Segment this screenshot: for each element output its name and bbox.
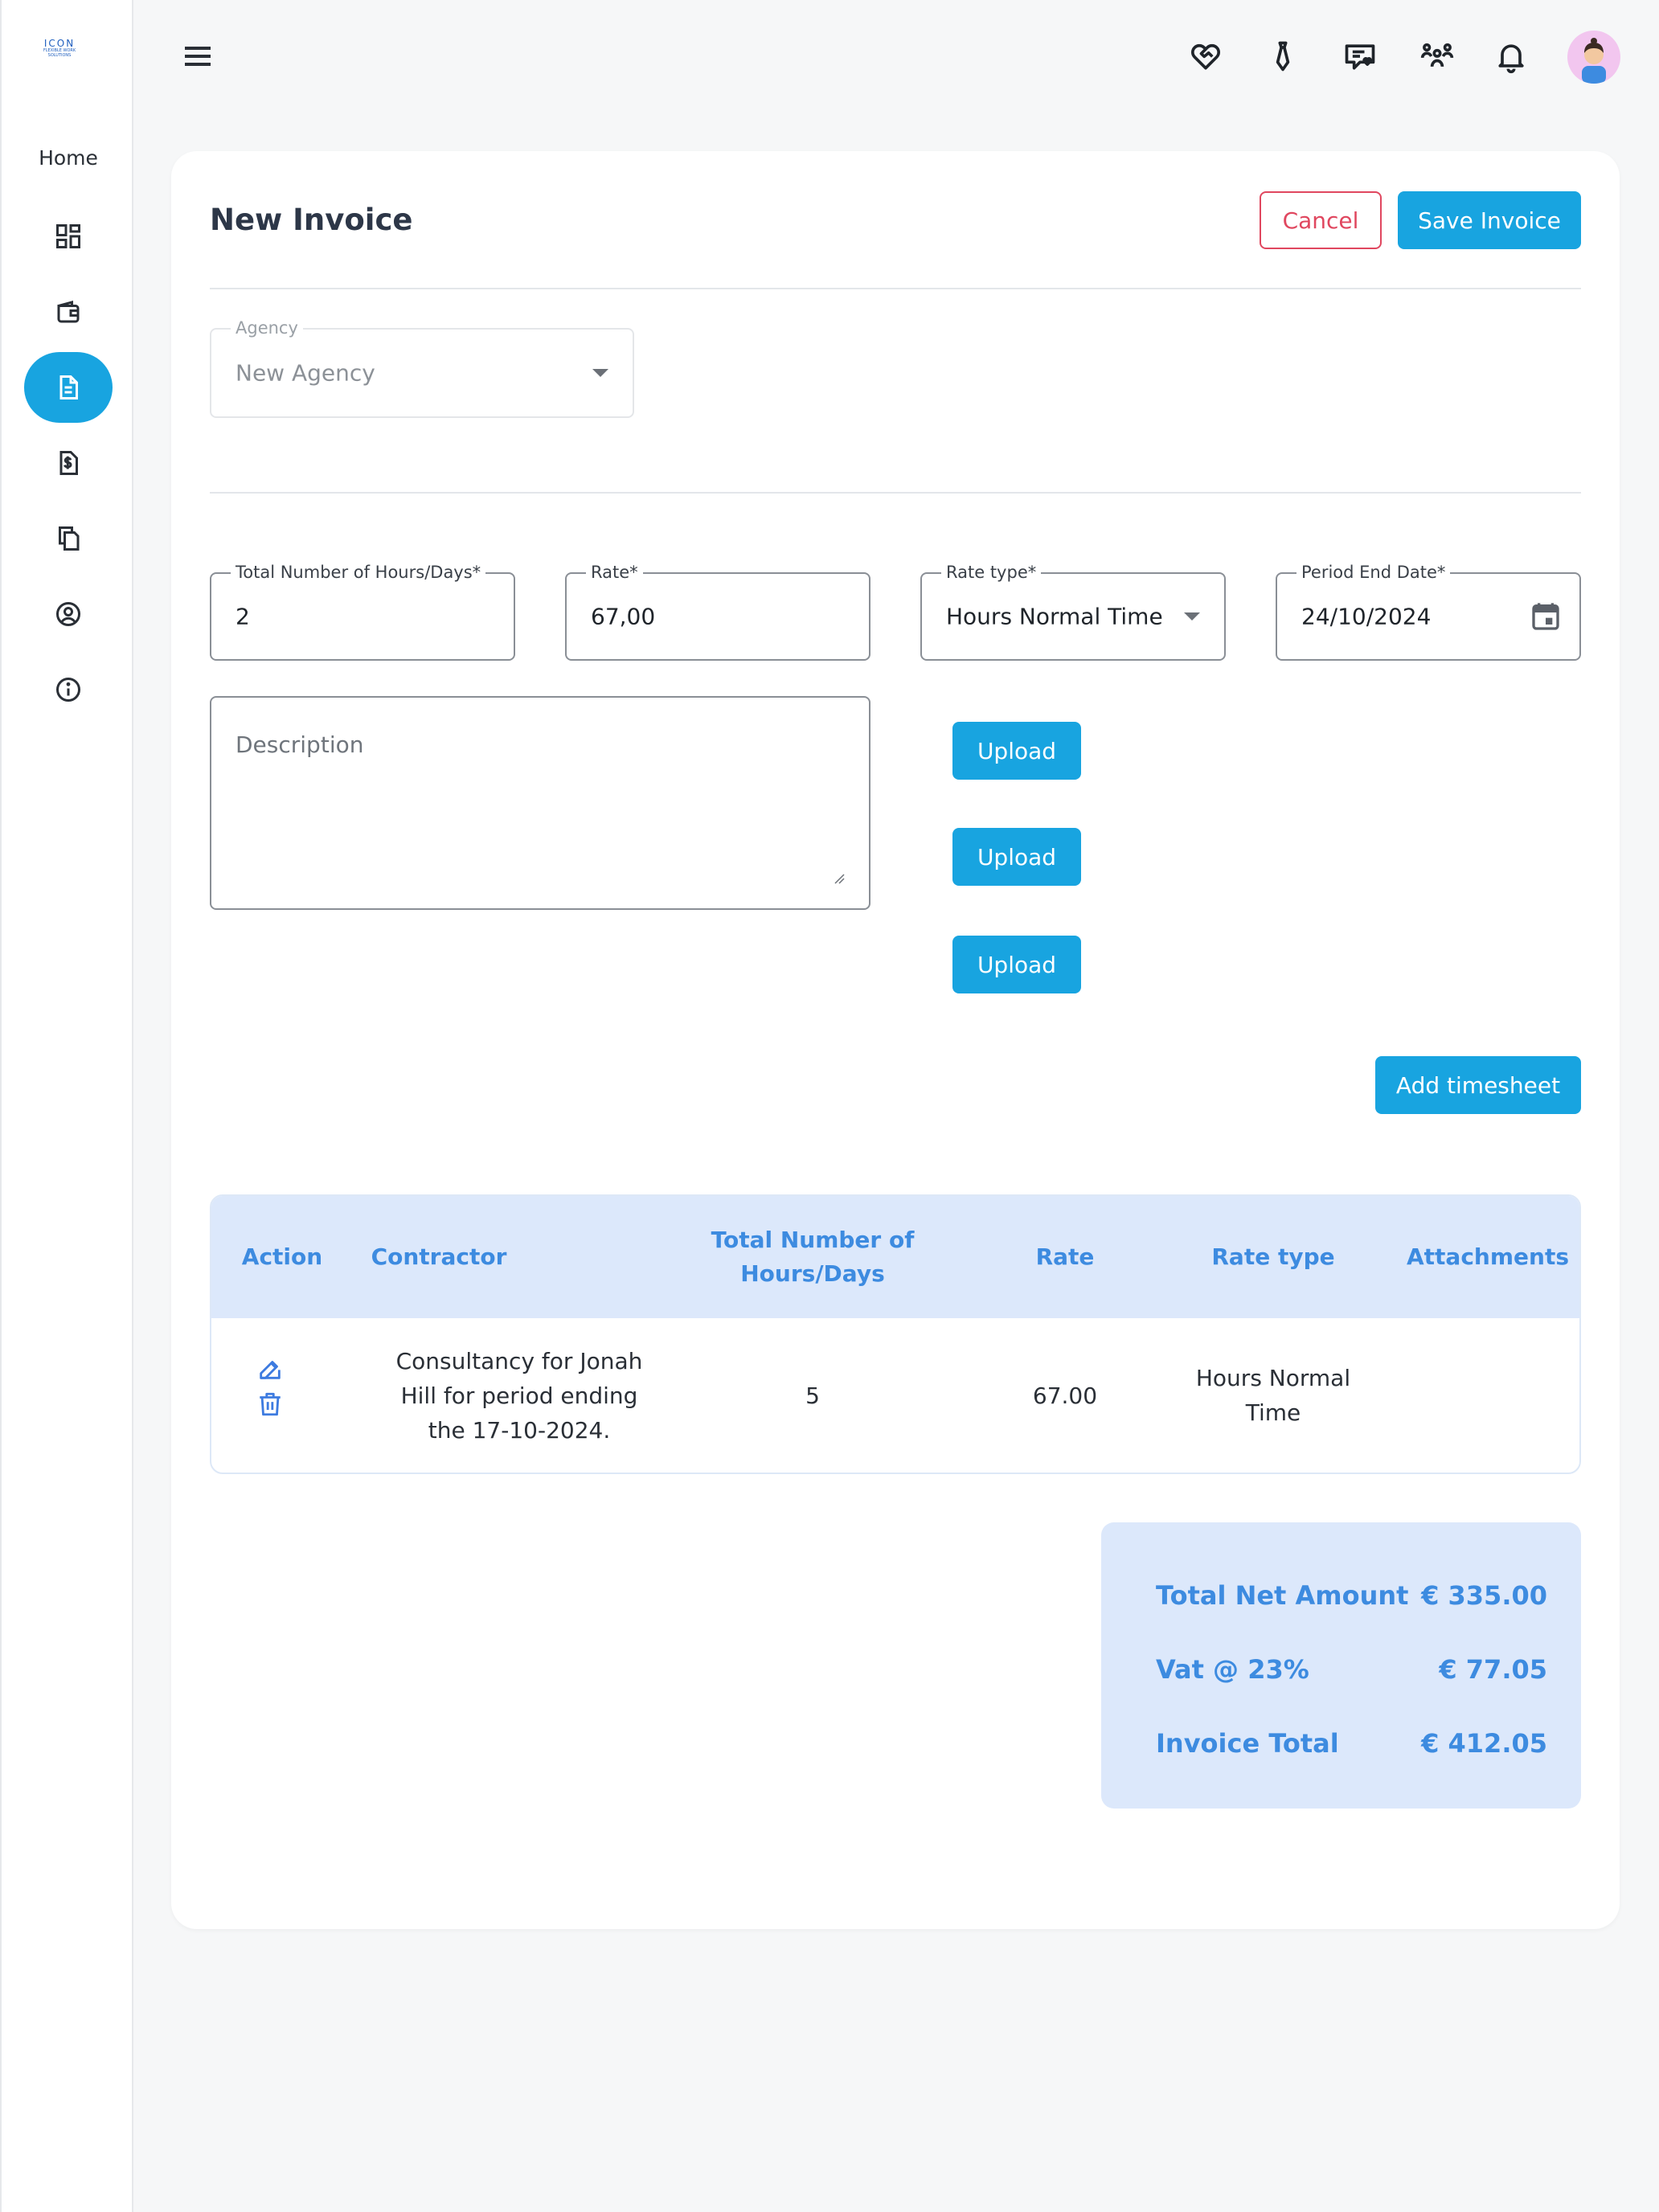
upload-button-1[interactable]: Upload [952, 722, 1081, 780]
sidebar-item-profile[interactable] [24, 579, 113, 649]
sidebar: ICON FLEXIBLE WORK SOLUTIONS Home [0, 0, 133, 2212]
page-title: New Invoice [210, 203, 413, 237]
description-textarea[interactable]: Description [210, 696, 870, 910]
sidebar-item-invoices[interactable] [24, 352, 113, 423]
jobs-button[interactable] [1264, 37, 1302, 76]
sidebar-item-dashboard[interactable] [24, 201, 113, 272]
column-header-rate: Rate [1035, 1243, 1095, 1270]
cell-contractor: Consultancy for Jonah Hill for period en… [353, 1318, 686, 1473]
description-placeholder: Description [236, 731, 364, 758]
rate-type-value: Hours Normal Time [946, 603, 1163, 630]
vat-row: Vat @ 23% € 77.05 [1156, 1654, 1547, 1685]
handshake-icon [1191, 43, 1220, 70]
column-header-hours-line2: Hours/Days [740, 1260, 885, 1287]
logo[interactable]: ICON FLEXIBLE WORK SOLUTIONS [37, 39, 82, 58]
row-actions [256, 1355, 289, 1426]
invoice-total-row: Invoice Total € 412.05 [1156, 1728, 1547, 1759]
handshake-button[interactable] [1186, 37, 1225, 76]
hamburger-menu-icon[interactable] [182, 42, 214, 71]
invoice-total-label: Invoice Total [1156, 1728, 1339, 1759]
chat-heart-icon [1345, 44, 1375, 70]
column-header-rate-type: Rate type [1211, 1243, 1335, 1270]
logo-tagline: FLEXIBLE WORK SOLUTIONS [43, 48, 76, 58]
period-end-value: 24/10/2024 [1301, 603, 1432, 630]
invoice-icon [59, 375, 78, 399]
sidebar-item-info[interactable] [24, 654, 113, 725]
cell-attachments [1401, 1318, 1575, 1473]
bell-icon [1498, 44, 1524, 74]
invoice-total-value: € 412.05 [1421, 1728, 1547, 1759]
resize-handle-icon[interactable] [834, 873, 845, 884]
sidebar-item-wallet[interactable] [24, 276, 113, 347]
period-end-label: Period End Date* [1296, 563, 1451, 582]
messages-button[interactable] [1341, 37, 1379, 76]
dashboard-icon [56, 224, 80, 248]
column-header-attachments: Attachments [1406, 1243, 1569, 1270]
cell-rate-type-line1: Hours Normal [1195, 1365, 1351, 1391]
info-icon [56, 678, 80, 702]
logo-text: ICON [43, 38, 76, 49]
edit-icon[interactable] [256, 1355, 284, 1382]
upload-button-2[interactable]: Upload [952, 828, 1081, 886]
table-header: Action Contractor Total Number of Hours/… [211, 1196, 1579, 1318]
invoice-totals-panel: Total Net Amount € 335.00 Vat @ 23% € 77… [1101, 1522, 1581, 1809]
rate-type-select[interactable]: Rate type* Hours Normal Time [920, 563, 1226, 661]
vat-label: Vat @ 23% [1156, 1654, 1309, 1685]
cell-contractor-line2: Hill for period ending [400, 1382, 638, 1409]
rate-type-label: Rate type* [941, 563, 1042, 582]
column-header-action: Action [241, 1243, 323, 1270]
sidebar-item-documents[interactable] [24, 503, 113, 574]
user-circle-icon [56, 602, 80, 626]
tie-icon [1276, 41, 1290, 72]
team-icon [1420, 43, 1454, 67]
column-header-hours: Total Number of Hours/Days [694, 1196, 932, 1318]
cell-rate-type: Hours Normal Time [1178, 1318, 1369, 1473]
cell-rate: 67.00 [1032, 1382, 1098, 1409]
chevron-down-icon[interactable] [1184, 612, 1200, 621]
copy-icon [59, 526, 80, 551]
chevron-down-icon [592, 369, 608, 377]
calendar-icon[interactable] [1530, 600, 1562, 633]
divider [210, 492, 1581, 494]
home-label[interactable]: Home [2, 146, 135, 170]
vat-value: € 77.05 [1439, 1654, 1547, 1685]
total-net-value: € 335.00 [1421, 1580, 1547, 1611]
agency-value: New Agency [236, 359, 375, 387]
hours-value: 2 [236, 603, 250, 630]
cell-contractor-line3: the 17-10-2024. [428, 1416, 611, 1444]
period-end-date-input[interactable]: Period End Date* 24/10/2024 [1276, 563, 1581, 661]
upload-button-3[interactable]: Upload [952, 936, 1081, 993]
total-net-label: Total Net Amount [1156, 1580, 1409, 1611]
add-timesheet-button[interactable]: Add timesheet [1375, 1056, 1581, 1114]
cancel-button[interactable]: Cancel [1260, 191, 1382, 249]
cell-rate-type-line2: Time [1245, 1399, 1301, 1426]
rate-label: Rate* [586, 563, 643, 582]
dollar-document-icon [59, 451, 78, 475]
avatar[interactable] [1567, 31, 1620, 84]
trash-icon[interactable] [256, 1391, 284, 1418]
cell-hours: 5 [805, 1382, 820, 1409]
save-invoice-button[interactable]: Save Invoice [1398, 191, 1581, 249]
hours-input[interactable]: Total Number of Hours/Days* 2 [210, 563, 515, 661]
wallet-icon [57, 301, 80, 323]
invoice-form-card: New Invoice Cancel Save Invoice Agency N… [171, 151, 1620, 1929]
column-header-contractor: Contractor [371, 1243, 507, 1270]
user-avatar-icon [1582, 38, 1606, 84]
divider [210, 288, 1581, 289]
sidebar-item-payments[interactable] [24, 428, 113, 498]
column-header-hours-line1: Total Number of [711, 1227, 915, 1253]
rate-value: 67,00 [591, 603, 656, 630]
total-net-row: Total Net Amount € 335.00 [1156, 1580, 1547, 1611]
cell-contractor-line1: Consultancy for Jonah [395, 1347, 643, 1374]
agency-select: Agency New Agency [210, 318, 634, 418]
agency-label: Agency [231, 318, 303, 338]
hours-label: Total Number of Hours/Days* [231, 563, 486, 582]
team-button[interactable] [1418, 37, 1456, 76]
timesheet-table: Action Contractor Total Number of Hours/… [210, 1194, 1581, 1474]
notifications-button[interactable] [1492, 37, 1530, 76]
rate-input[interactable]: Rate* 67,00 [565, 563, 870, 661]
